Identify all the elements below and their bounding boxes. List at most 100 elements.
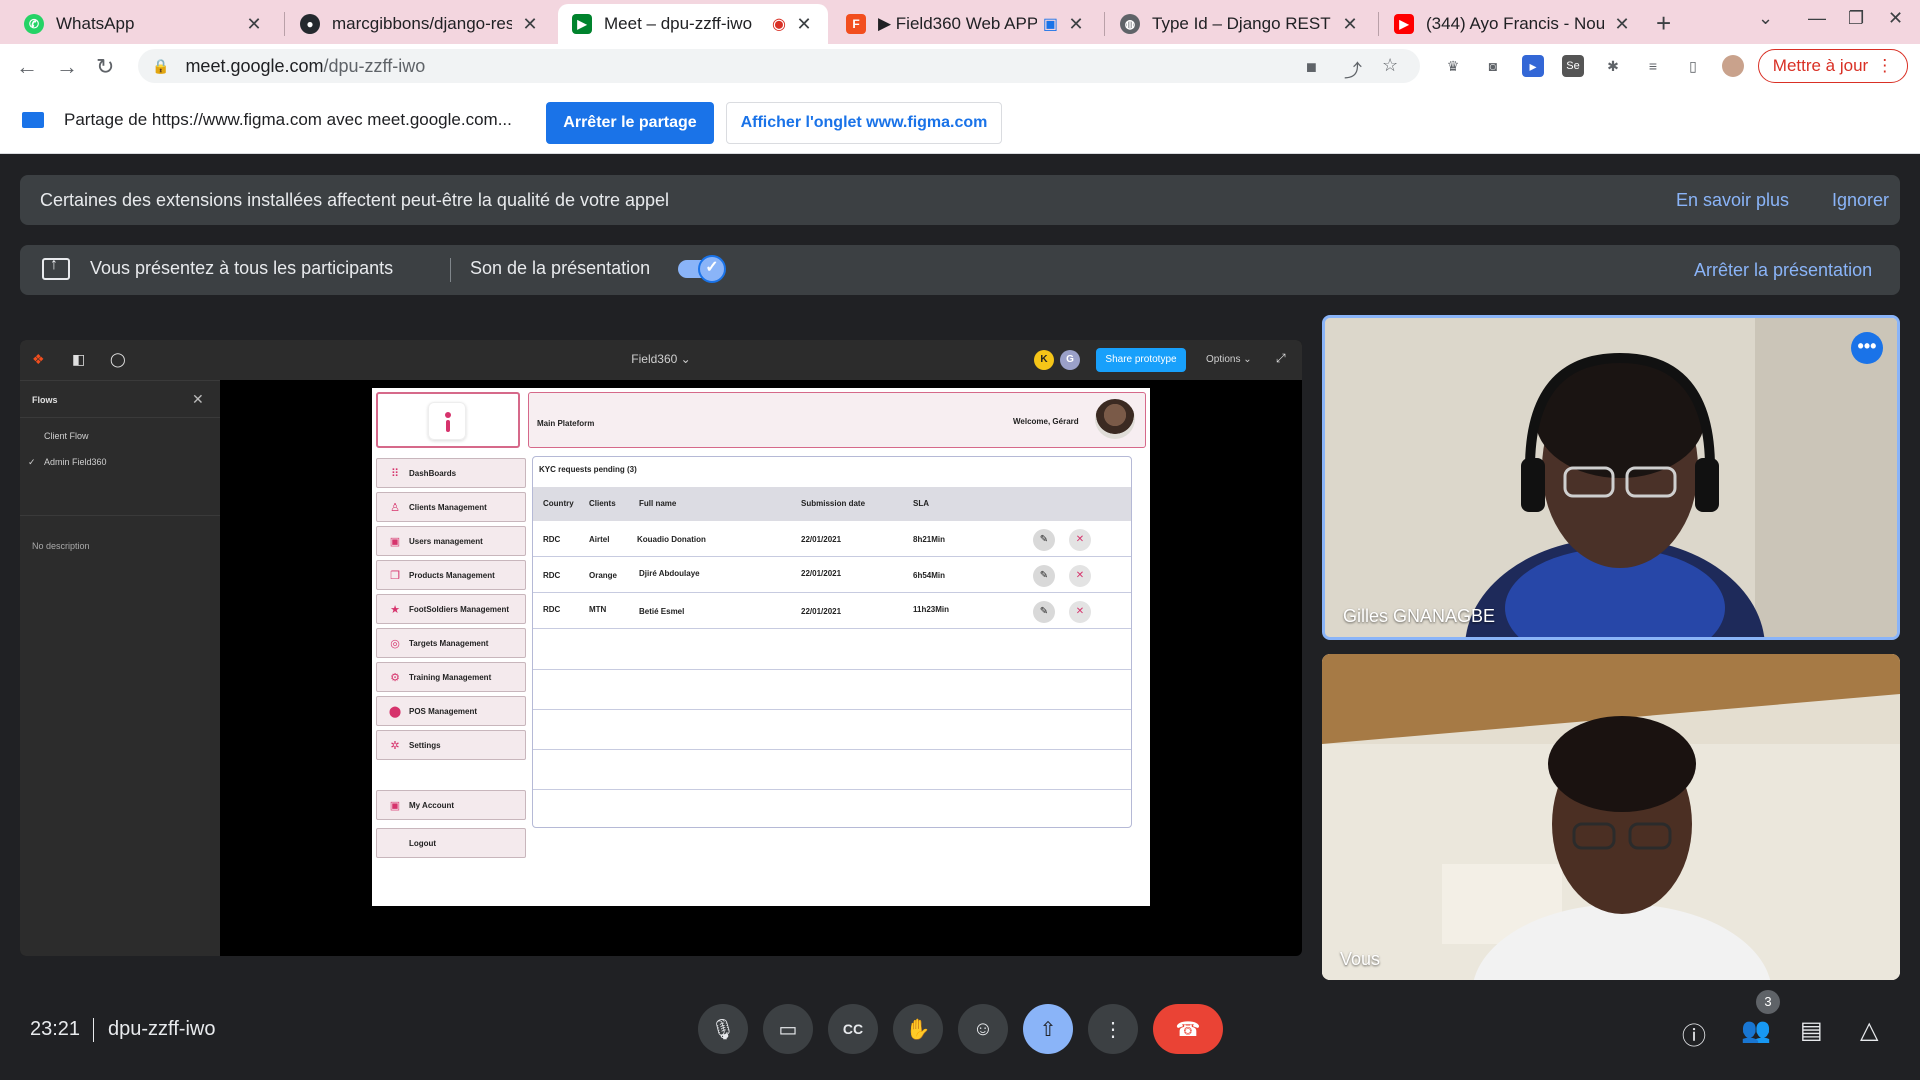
- activities-icon[interactable]: △: [1860, 1016, 1878, 1045]
- avatar[interactable]: [1722, 55, 1744, 77]
- camera-button[interactable]: ▭: [763, 1004, 813, 1054]
- menu-label: Training Management: [409, 672, 492, 682]
- close-icon[interactable]: ✕: [520, 14, 540, 35]
- edit-icon: ✎: [1033, 565, 1055, 587]
- self-tile[interactable]: Vous: [1322, 654, 1900, 980]
- forward-icon[interactable]: →: [56, 54, 78, 80]
- menu-label: POS Management: [409, 706, 478, 716]
- column-header: Submission date: [801, 499, 866, 508]
- reactions-button[interactable]: ☺: [958, 1004, 1008, 1054]
- participant-tile[interactable]: ••• Gilles GNANAGBE: [1322, 315, 1900, 640]
- extension-icon[interactable]: ▸: [1522, 55, 1544, 77]
- banner-message: Certaines des extensions installées affe…: [40, 189, 670, 210]
- sharing-message: Partage de https://www.figma.com avec me…: [64, 110, 512, 129]
- tab-youtube[interactable]: ▶ (344) Ayo Francis - Nous p ✕: [1380, 4, 1646, 44]
- self-video: [1322, 654, 1900, 980]
- tab-meet[interactable]: ▶ Meet – dpu-zzff-iwo ◉ ✕: [558, 4, 828, 44]
- stop-sharing-button[interactable]: Arrêter le partage: [546, 102, 714, 144]
- share-icon[interactable]: ⤴: [1344, 57, 1362, 83]
- lock-icon[interactable]: 🔒: [152, 58, 169, 75]
- welcome-text: Welcome, Gérard: [1013, 417, 1079, 426]
- restore-icon[interactable]: ❐: [1848, 8, 1864, 29]
- cell-sla: 8h21Min: [913, 535, 946, 544]
- selenium-extension-icon[interactable]: Se: [1562, 55, 1584, 77]
- tab-django-rest[interactable]: ◍ Type Id – Django REST fra ✕: [1106, 4, 1374, 44]
- more-options-icon[interactable]: •••: [1851, 332, 1883, 364]
- people-icon[interactable]: 👥: [1741, 1016, 1771, 1045]
- participant-name: Vous: [1340, 949, 1381, 969]
- raise-hand-button[interactable]: ✋: [893, 1004, 943, 1054]
- back-icon[interactable]: ←: [16, 54, 38, 80]
- menu-item: ★ FootSoldiers Management: [376, 594, 526, 624]
- new-tab-icon[interactable]: +: [1656, 8, 1671, 39]
- url-host: meet.google.com: [185, 55, 324, 76]
- column-header: Full name: [639, 499, 677, 508]
- prototype-frame: Main Plateform Welcome, Gérard ⠿ DashBoar…: [372, 388, 1150, 906]
- table-header: Country Clients Full name Submission dat…: [533, 487, 1131, 521]
- meeting-code: dpu-zzff-iwo: [108, 1018, 216, 1040]
- cell-date: 22/01/2021: [801, 535, 842, 544]
- url-path: /dpu-zzff-iwo: [323, 55, 426, 76]
- minimize-icon[interactable]: —: [1808, 8, 1826, 29]
- chevron-down-icon: ⌄: [680, 352, 691, 366]
- column-header: Clients: [589, 499, 616, 508]
- stop-presenting-button[interactable]: Arrêter la présentation: [1694, 260, 1872, 281]
- more-options-button[interactable]: ⋮: [1088, 1004, 1138, 1054]
- extension-icon[interactable]: ♛: [1442, 55, 1464, 77]
- collaborator-avatar: G: [1060, 350, 1080, 370]
- update-button[interactable]: Mettre à jour ⋮: [1758, 49, 1908, 83]
- meeting-info-icon[interactable]: ⓘ: [1682, 1016, 1706, 1051]
- address-bar[interactable]: 🔒 meet.google.com/dpu-zzff-iwo ■ ⤴ ☆: [138, 49, 1420, 83]
- participant-video: [1325, 318, 1897, 637]
- show-tab-button[interactable]: Afficher l'onglet www.figma.com: [726, 102, 1002, 144]
- tab-whatsapp[interactable]: ✆ WhatsApp ✕: [10, 4, 278, 44]
- side-panel-icon[interactable]: ▯: [1682, 55, 1704, 77]
- close-icon[interactable]: ✕: [1340, 14, 1360, 35]
- cell-country: RDC: [543, 605, 561, 614]
- microphone-button[interactable]: 🎙: [698, 1004, 748, 1054]
- chat-icon[interactable]: ▤: [1800, 1016, 1823, 1045]
- present-button[interactable]: ⇧: [1023, 1004, 1073, 1054]
- ignore-button[interactable]: Ignorer: [1832, 190, 1889, 211]
- presentation-audio-toggle[interactable]: ✓: [678, 255, 726, 283]
- tab-title: WhatsApp: [56, 14, 135, 33]
- divider: [20, 417, 220, 418]
- participant-name: Gilles GNANAGBE: [1343, 606, 1496, 626]
- whatsapp-icon: ✆: [24, 14, 44, 34]
- leave-call-button[interactable]: ☎: [1153, 1004, 1223, 1054]
- close-icon[interactable]: ✕: [1612, 14, 1632, 35]
- puzzle-icon[interactable]: ✱: [1602, 55, 1624, 77]
- learn-more-link[interactable]: En savoir plus: [1676, 190, 1789, 211]
- captions-button[interactable]: CC: [828, 1004, 878, 1054]
- menu-item: ⠿ DashBoards: [376, 458, 526, 488]
- hand-icon: ✋: [905, 1018, 931, 1041]
- tab-search-icon[interactable]: ⌄: [1758, 8, 1773, 29]
- camera-indicator-icon[interactable]: ■: [1306, 57, 1317, 78]
- menu-label: Settings: [409, 740, 441, 750]
- divider: [450, 258, 451, 282]
- github-icon: ●: [300, 14, 320, 34]
- table-row-empty: [533, 789, 1131, 790]
- cell-client: MTN: [589, 605, 607, 614]
- screenshot-extension-icon[interactable]: ◙: [1482, 55, 1504, 77]
- menu-label: FootSoldiers Management: [409, 604, 510, 614]
- media-control-icon[interactable]: ≡: [1642, 55, 1664, 77]
- reload-icon[interactable]: ↻: [96, 54, 114, 80]
- gear-icon: ✲: [390, 739, 400, 752]
- menu-item-my-account: ▣ My Account: [376, 790, 526, 820]
- tab-sharing-infobar: Partage de https://www.figma.com avec me…: [0, 88, 1920, 154]
- sharing-icon: ▣: [1042, 16, 1058, 33]
- close-icon[interactable]: ✕: [794, 14, 814, 35]
- presenting-banner: Vous présentez à tous les participants S…: [20, 245, 1900, 295]
- extensions-warning-banner: Certaines des extensions installées affe…: [20, 175, 1900, 225]
- flow-item: Client Flow: [44, 431, 89, 441]
- tab-divider: [284, 12, 285, 36]
- close-icon[interactable]: ✕: [244, 14, 264, 35]
- tab-figma[interactable]: F ▶ Field360 Web APP - ▣ ✕: [832, 4, 1100, 44]
- tab-github[interactable]: ● marcgibbons/django-rest- ✕: [286, 4, 554, 44]
- close-window-icon[interactable]: ✕: [1888, 8, 1903, 29]
- close-icon[interactable]: ✕: [1066, 14, 1086, 35]
- participant-count-badge: 3: [1756, 990, 1780, 1014]
- menu-item: ⬤ POS Management: [376, 696, 526, 726]
- bookmark-star-icon[interactable]: ☆: [1382, 55, 1398, 76]
